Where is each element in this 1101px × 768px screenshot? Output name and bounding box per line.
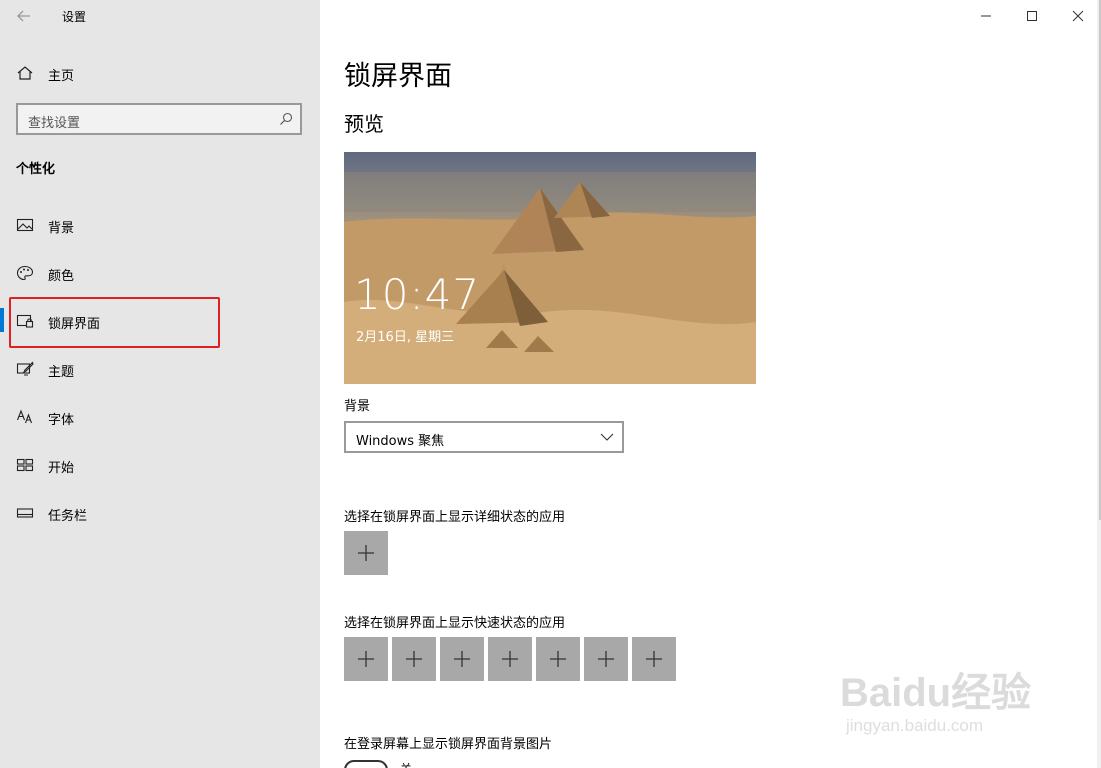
sidebar-item-label: 锁屏界面 (48, 317, 101, 332)
sidebar-item-colors[interactable]: 颜色 (10, 254, 222, 292)
back-button[interactable] (8, 4, 40, 28)
sidebar-item-lock-screen[interactable]: 锁屏界面 (10, 302, 222, 340)
login-background-toggle[interactable] (344, 760, 388, 768)
section-title: 个性化 (16, 162, 56, 177)
taskbar-icon (16, 508, 34, 518)
scrollbar[interactable] (1097, 0, 1101, 768)
sidebar-item-home[interactable]: 主页 (10, 54, 222, 92)
quick-status-app-button-7[interactable] (632, 637, 676, 681)
palette-icon (16, 265, 34, 281)
quick-status-label: 选择在锁屏界面上显示快速状态的应用 (344, 616, 566, 631)
sidebar-item-label: 背景 (48, 221, 75, 236)
lock-screen-date: 2月16日, 星期三 (356, 330, 455, 345)
quick-status-app-button-1[interactable] (344, 637, 388, 681)
detail-status-label: 选择在锁屏界面上显示详细状态的应用 (344, 510, 566, 525)
plus-icon (502, 651, 518, 667)
lock-screen-preview: 10:47 2月16日, 星期三 (344, 152, 756, 384)
close-icon (1072, 10, 1084, 22)
lock-screen-icon (16, 314, 34, 328)
lock-screen-time: 10:47 (354, 270, 481, 319)
plus-icon (598, 651, 614, 667)
image-icon (16, 218, 34, 232)
quick-status-app-button-4[interactable] (488, 637, 532, 681)
quick-status-app-button-3[interactable] (440, 637, 484, 681)
selection-indicator (0, 308, 4, 332)
plus-icon (550, 651, 566, 667)
plus-icon (454, 651, 470, 667)
background-dropdown-value: Windows 聚焦 (356, 434, 445, 449)
sidebar: 设置 主页 查找设置 个性化 背景 颜色 锁屏界面 主题 字体 开始 任务栏 (0, 0, 320, 768)
home-icon (17, 66, 33, 80)
detail-status-app-button[interactable] (344, 531, 388, 575)
background-label: 背景 (344, 399, 371, 414)
chevron-down-icon (600, 433, 614, 441)
plus-icon (358, 651, 374, 667)
pyramids-landscape-image (344, 152, 756, 384)
quick-status-app-button-6[interactable] (584, 637, 628, 681)
sidebar-item-themes[interactable]: 主题 (10, 350, 222, 388)
theme-brush-icon (16, 361, 34, 376)
baidu-watermark: Baidu经验 jingyan.baidu.com (840, 648, 1080, 748)
login-background-label: 在登录屏幕上显示锁屏界面背景图片 (344, 737, 553, 752)
sidebar-item-label: 开始 (48, 461, 75, 476)
quick-status-app-button-5[interactable] (536, 637, 580, 681)
sidebar-item-fonts[interactable]: 字体 (10, 398, 222, 436)
font-icon (16, 409, 33, 424)
background-dropdown[interactable]: Windows 聚焦 (344, 421, 624, 453)
sidebar-item-background[interactable]: 背景 (10, 206, 222, 244)
back-arrow-icon (17, 10, 30, 22)
plus-icon (358, 545, 374, 561)
quick-status-app-button-2[interactable] (392, 637, 436, 681)
watermark-brand: Baidu经验 (840, 671, 1032, 715)
toggle-state-text: 关 (400, 760, 412, 768)
search-icon[interactable] (279, 112, 293, 126)
sidebar-item-taskbar[interactable]: 任务栏 (10, 494, 222, 532)
close-button[interactable] (1058, 4, 1098, 28)
minimize-button[interactable] (966, 4, 1006, 28)
maximize-button[interactable] (1012, 4, 1052, 28)
sidebar-item-label: 任务栏 (48, 509, 88, 524)
sidebar-item-label: 字体 (48, 413, 75, 428)
app-title: 设置 (62, 10, 87, 24)
page-title: 锁屏界面 (344, 61, 452, 92)
search-input[interactable]: 查找设置 (16, 103, 302, 135)
sidebar-item-label: 颜色 (48, 269, 75, 284)
sidebar-item-label: 主页 (48, 69, 75, 84)
plus-icon (646, 651, 662, 667)
minimize-icon (981, 15, 991, 17)
maximize-icon (1027, 11, 1037, 21)
sidebar-item-label: 主题 (48, 365, 75, 380)
main-content: 锁屏界面 预览 10:47 2月16日, 星期三 背景 Windows 聚焦 选… (320, 0, 1101, 768)
preview-heading: 预览 (344, 112, 384, 136)
plus-icon (406, 651, 422, 667)
search-placeholder: 查找设置 (28, 116, 81, 131)
start-icon (16, 458, 34, 472)
watermark-url: jingyan.baidu.com (846, 716, 984, 735)
sidebar-item-start[interactable]: 开始 (10, 446, 222, 484)
